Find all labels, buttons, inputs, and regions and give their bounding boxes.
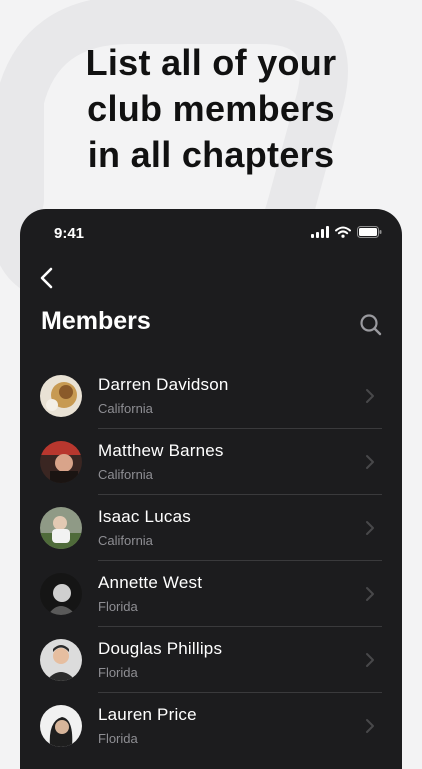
member-name: Annette West	[98, 573, 203, 592]
member-location: California	[98, 533, 153, 548]
phone-screen: 9:41 Members Darren Davidson California …	[20, 209, 402, 769]
avatar	[40, 705, 82, 747]
chevron-right-icon	[366, 653, 374, 667]
chevron-left-icon	[40, 267, 53, 289]
member-name: Isaac Lucas	[98, 507, 191, 526]
chevron-right-icon	[366, 521, 374, 535]
headline-line-2: club members	[87, 88, 335, 129]
avatar	[40, 375, 82, 417]
member-name: Lauren Price	[98, 705, 197, 724]
search-icon	[360, 314, 382, 336]
member-location: California	[98, 401, 153, 416]
chevron-right-icon	[366, 455, 374, 469]
headline-line-3: in all chapters	[87, 134, 335, 175]
avatar	[40, 573, 82, 615]
member-row[interactable]: Douglas Phillips Florida	[20, 627, 402, 693]
status-icons	[311, 226, 382, 238]
member-row[interactable]: Isaac Lucas California	[20, 495, 402, 561]
member-location: Florida	[98, 665, 138, 680]
member-name: Darren Davidson	[98, 375, 229, 394]
chevron-right-icon	[366, 719, 374, 733]
battery-icon	[357, 226, 382, 238]
screen-title: Members	[41, 307, 151, 335]
status-bar: 9:41	[20, 223, 402, 245]
back-button[interactable]	[32, 263, 62, 293]
wifi-icon	[335, 226, 351, 238]
search-button[interactable]	[358, 312, 384, 338]
member-row[interactable]: Matthew Barnes California	[20, 429, 402, 495]
member-location: Florida	[98, 599, 138, 614]
headline-line-1: List all of your	[85, 42, 337, 83]
member-location: California	[98, 467, 153, 482]
cellular-signal-icon	[311, 226, 329, 238]
member-row[interactable]: Lauren Price Florida	[20, 693, 402, 759]
member-row[interactable]: Darren Davidson California	[20, 363, 402, 429]
avatar	[40, 441, 82, 483]
member-location: Florida	[98, 731, 138, 746]
chevron-right-icon	[366, 389, 374, 403]
member-name: Douglas Phillips	[98, 639, 223, 658]
chevron-right-icon	[366, 587, 374, 601]
member-name: Matthew Barnes	[98, 441, 224, 460]
members-list: Darren Davidson California Matthew Barne…	[20, 363, 402, 759]
member-row[interactable]: Annette West Florida	[20, 561, 402, 627]
avatar	[40, 639, 82, 681]
status-time: 9:41	[54, 225, 85, 242]
avatar	[40, 507, 82, 549]
marketing-headline: List all of your club members in all cha…	[0, 40, 422, 178]
